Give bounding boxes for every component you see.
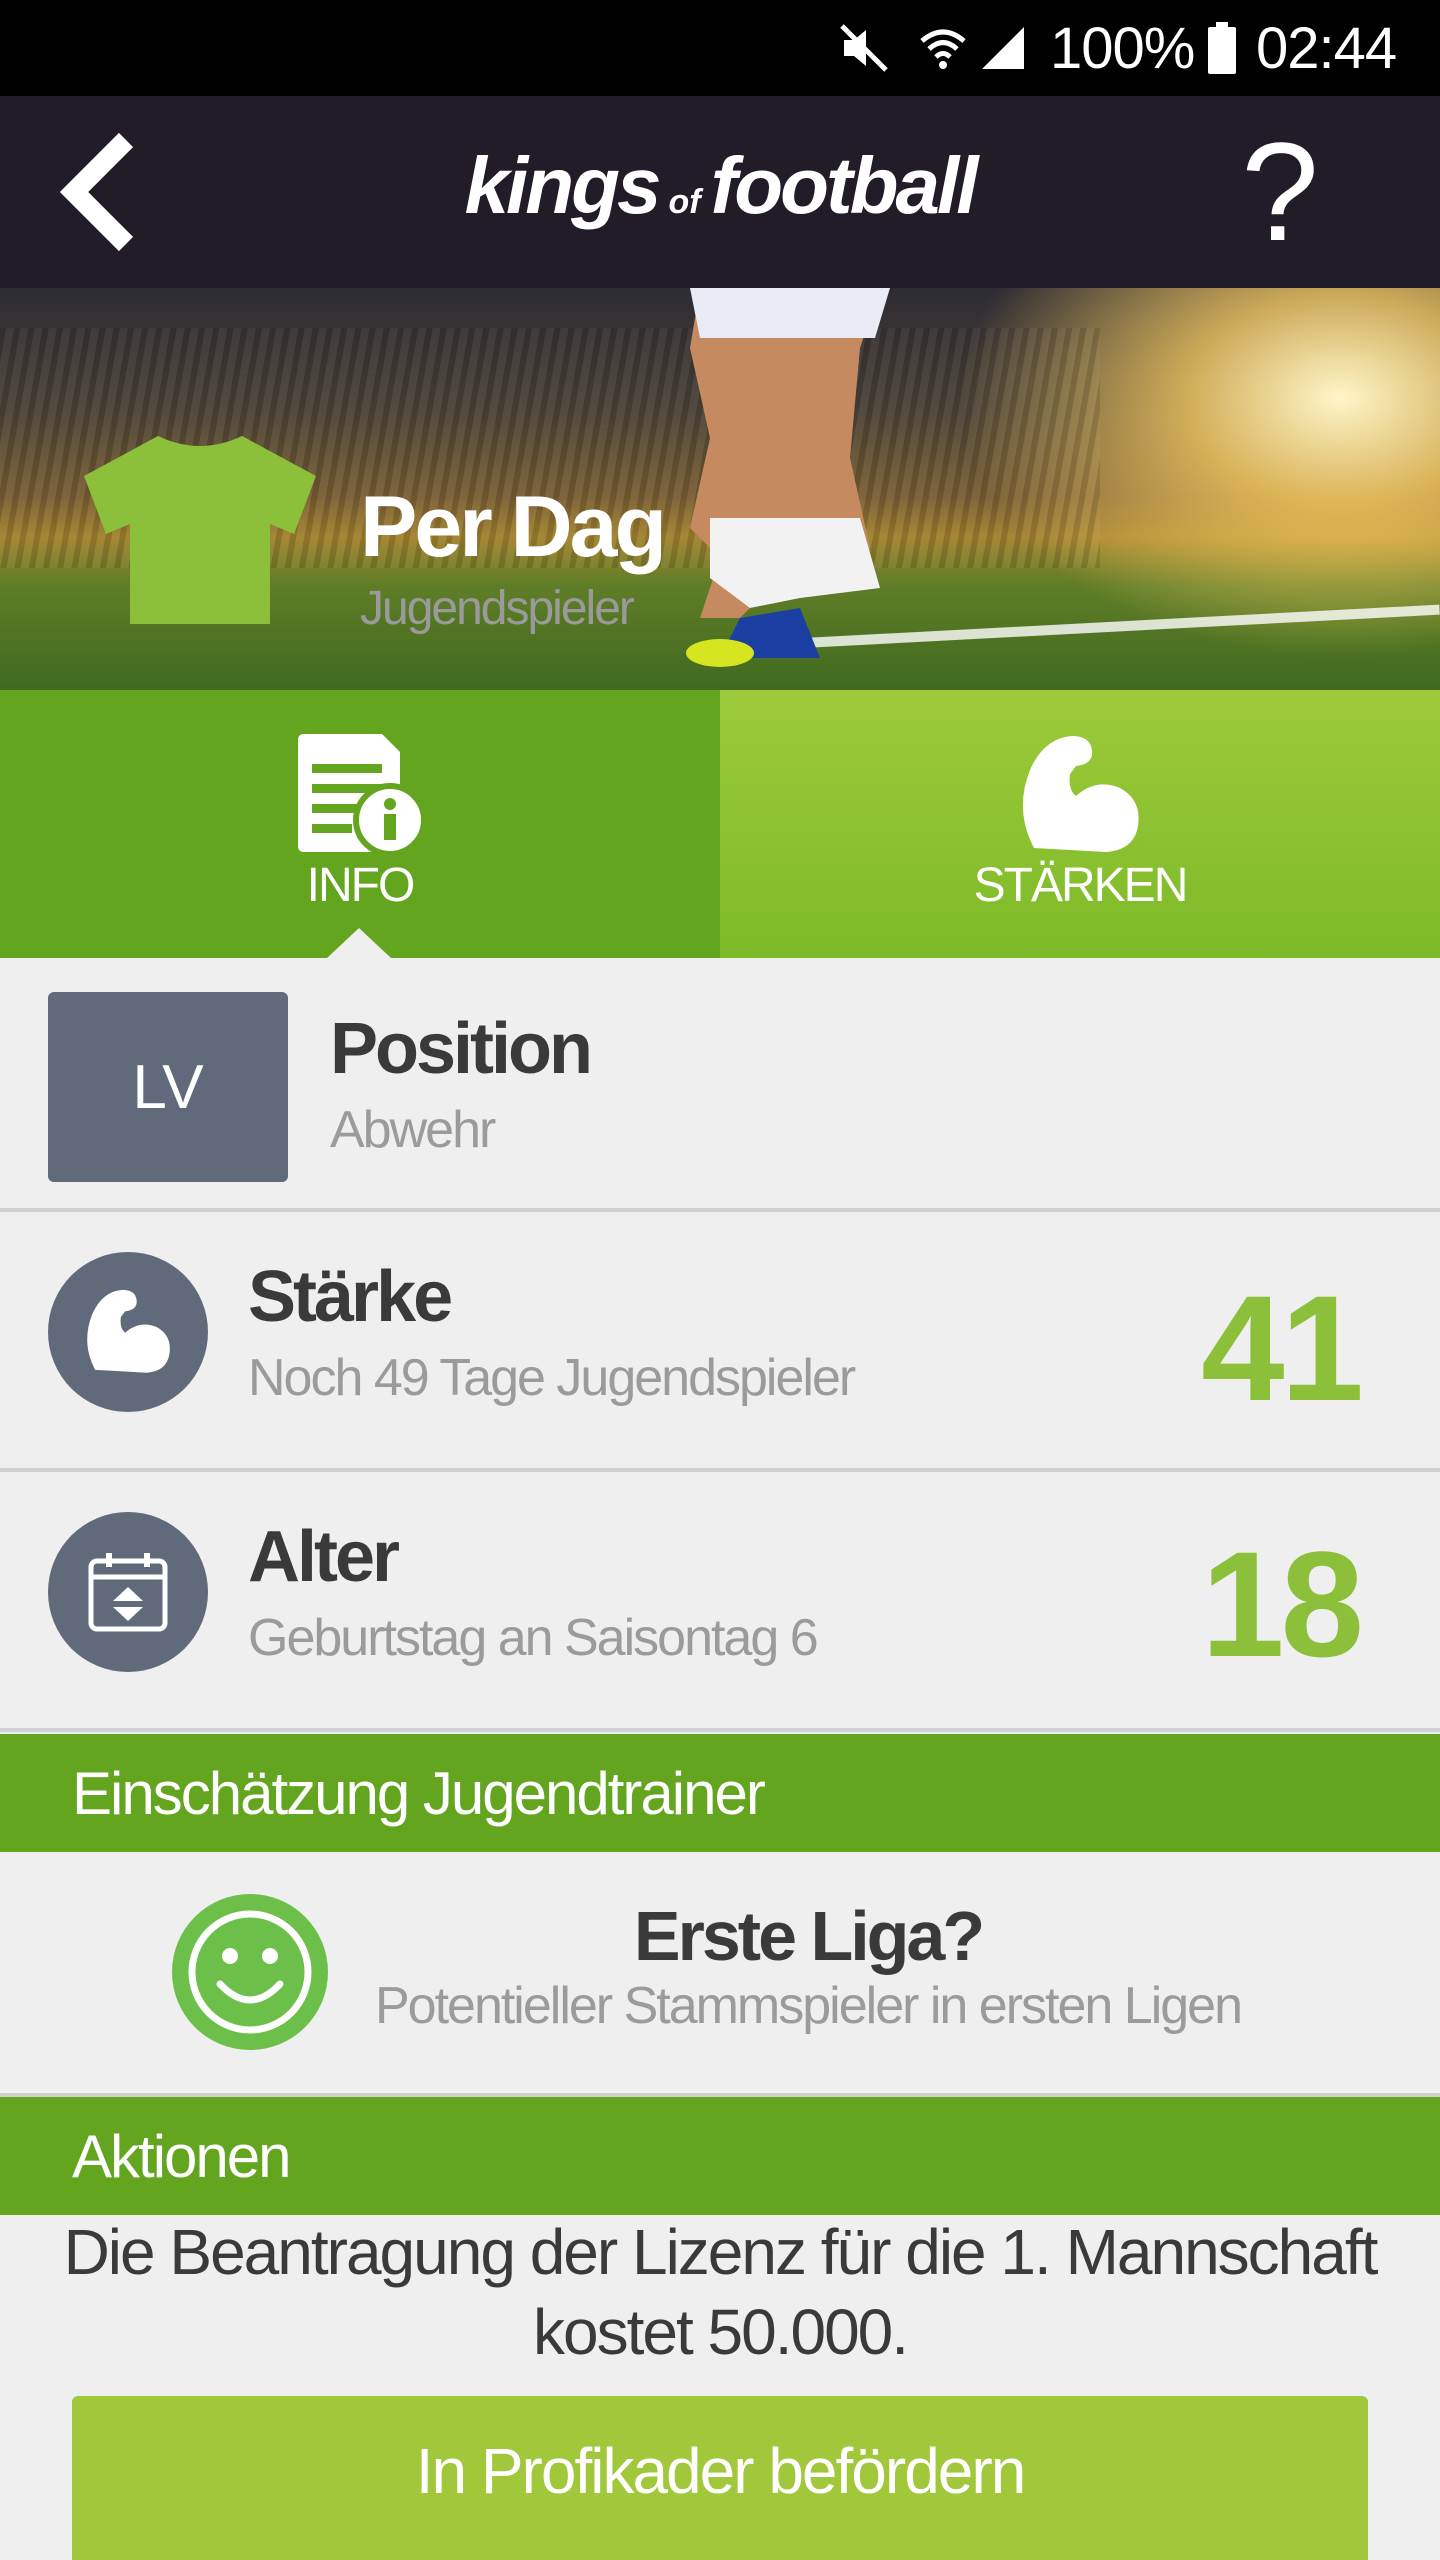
player-type: Jugendspieler: [360, 582, 635, 635]
position-row: LV Position Abwehr: [0, 958, 1440, 1212]
app-bar: kings of football ?: [0, 96, 1440, 288]
status-bar: 100% 02:44: [0, 0, 1440, 96]
license-cost-text: Die Beantragung der Lizenz für die 1. Ma…: [30, 2212, 1410, 2372]
trainer-assessment-title: Erste Liga?: [633, 1897, 985, 1975]
age-title: Alter: [248, 1517, 400, 1597]
trainer-assessment-row: Erste Liga? Potentieller Stammspieler in…: [0, 1852, 1440, 2097]
signal-icon: [978, 0, 1030, 96]
smiley-icon: [172, 1894, 328, 2050]
tab-bar: INFO STÄRKEN: [0, 690, 1440, 958]
calendar-icon: [48, 1512, 208, 1672]
player-hero-banner: Per Dag Jugendspieler: [0, 288, 1440, 690]
tab-info-label: INFO: [306, 859, 416, 912]
tab-staerken[interactable]: STÄRKEN: [720, 690, 1440, 958]
mute-icon: [838, 0, 894, 96]
position-badge: LV: [48, 992, 288, 1182]
promote-to-pro-squad-button[interactable]: In Profikader befördern: [72, 2396, 1368, 2560]
age-subtitle: Geburtstag an Saisontag 6: [248, 1609, 819, 1667]
player-name: Per Dag: [360, 479, 667, 575]
battery-percent: 100%: [1050, 15, 1195, 81]
shirt-icon: [84, 436, 316, 624]
flexed-arm-icon: [1022, 736, 1139, 852]
actions-section-header: Aktionen: [0, 2097, 1440, 2215]
strength-value: 41: [1201, 1264, 1364, 1432]
clock: 02:44: [1256, 15, 1397, 81]
document-info-icon: [298, 734, 427, 857]
position-title: Position: [330, 1009, 593, 1089]
battery-icon: [1208, 0, 1240, 96]
age-value: 18: [1201, 1520, 1364, 1688]
back-button[interactable]: [40, 126, 160, 258]
help-button[interactable]: ?: [1220, 122, 1340, 262]
tab-staerken-label: STÄRKEN: [973, 859, 1189, 912]
app-logo: kings of football: [464, 141, 979, 230]
strength-title: Stärke: [248, 1257, 453, 1337]
celebrating-player-image: [686, 288, 890, 667]
active-tab-indicator: [327, 928, 391, 958]
age-row: Alter Geburtstag an Saisontag 6 18: [0, 1472, 1440, 1732]
strength-subtitle: Noch 49 Tage Jugendspieler: [248, 1349, 856, 1407]
strength-row: Stärke Noch 49 Tage Jugendspieler 41: [0, 1212, 1440, 1472]
strength-icon: [48, 1252, 208, 1412]
license-cost-line2: kostet 50.000.: [532, 2296, 909, 2368]
position-value: Abwehr: [330, 1101, 496, 1159]
license-cost-line1: Die Beantragung der Lizenz für die 1. Ma…: [63, 2216, 1379, 2288]
chevron-left-icon: [60, 132, 134, 252]
trainer-section-header: Einschätzung Jugendtrainer: [0, 1734, 1440, 1852]
trainer-assessment-subtitle: Potentieller Stammspieler in ersten Lige…: [374, 1977, 1243, 2035]
tab-info[interactable]: INFO: [0, 690, 720, 958]
wifi-icon: [918, 0, 970, 96]
